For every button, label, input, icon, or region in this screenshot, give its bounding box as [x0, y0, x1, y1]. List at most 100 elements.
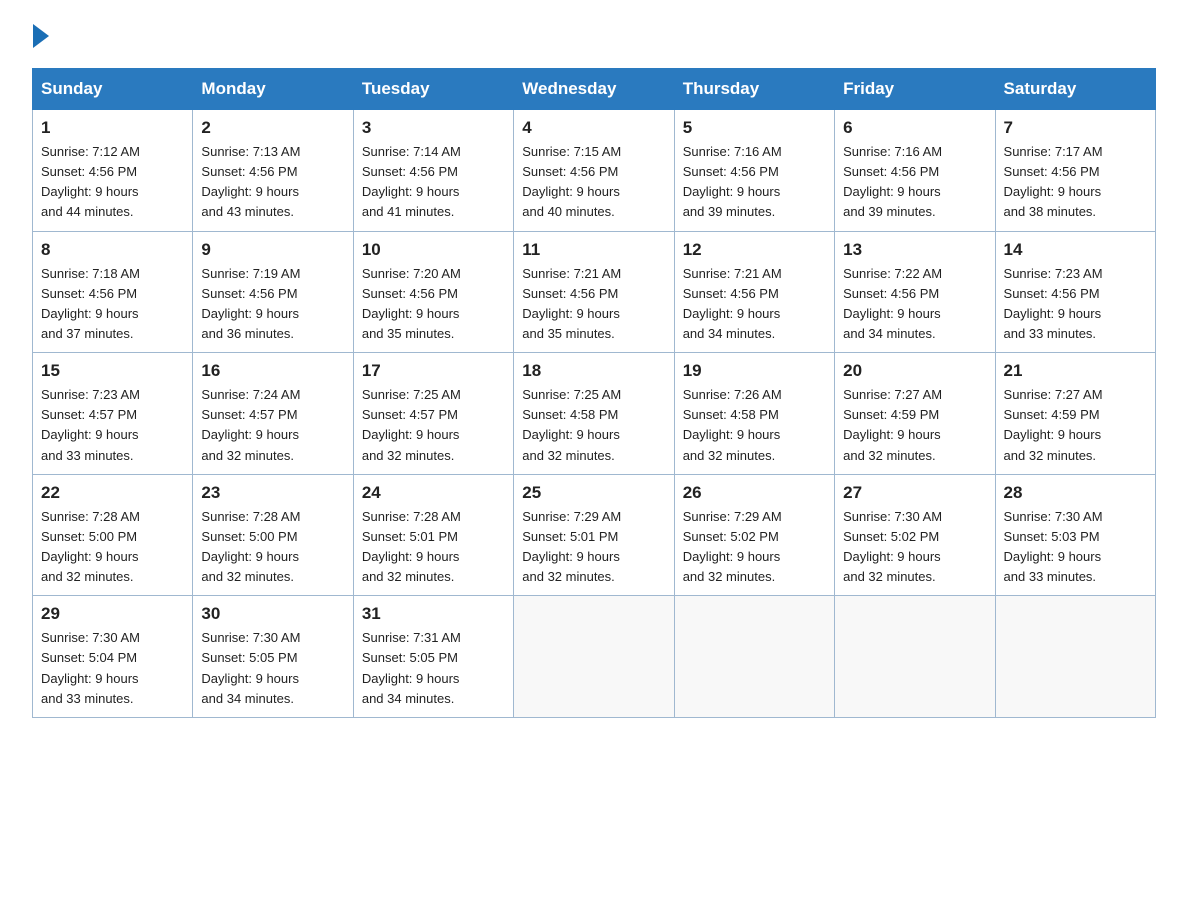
day-number: 29: [41, 604, 184, 624]
day-number: 5: [683, 118, 826, 138]
day-info: Sunrise: 7:14 AMSunset: 4:56 PMDaylight:…: [362, 142, 505, 223]
day-number: 1: [41, 118, 184, 138]
day-number: 16: [201, 361, 344, 381]
header-cell-wednesday: Wednesday: [514, 69, 674, 110]
day-number: 24: [362, 483, 505, 503]
day-number: 22: [41, 483, 184, 503]
day-number: 7: [1004, 118, 1147, 138]
day-number: 30: [201, 604, 344, 624]
logo-triangle-icon: [33, 24, 49, 48]
day-info: Sunrise: 7:30 AMSunset: 5:04 PMDaylight:…: [41, 628, 184, 709]
calendar-cell: 20 Sunrise: 7:27 AMSunset: 4:59 PMDayligh…: [835, 353, 995, 475]
day-info: Sunrise: 7:22 AMSunset: 4:56 PMDaylight:…: [843, 264, 986, 345]
calendar-cell: 17 Sunrise: 7:25 AMSunset: 4:57 PMDayligh…: [353, 353, 513, 475]
day-info: Sunrise: 7:25 AMSunset: 4:58 PMDaylight:…: [522, 385, 665, 466]
day-number: 27: [843, 483, 986, 503]
day-info: Sunrise: 7:29 AMSunset: 5:01 PMDaylight:…: [522, 507, 665, 588]
calendar-cell: [835, 596, 995, 718]
day-number: 9: [201, 240, 344, 260]
day-info: Sunrise: 7:27 AMSunset: 4:59 PMDaylight:…: [843, 385, 986, 466]
day-number: 28: [1004, 483, 1147, 503]
day-info: Sunrise: 7:19 AMSunset: 4:56 PMDaylight:…: [201, 264, 344, 345]
calendar-cell: 31Sunrise: 7:31 AMSunset: 5:05 PMDayligh…: [353, 596, 513, 718]
header-cell-saturday: Saturday: [995, 69, 1155, 110]
calendar-cell: 15Sunrise: 7:23 AMSunset: 4:57 PMDayligh…: [33, 353, 193, 475]
day-info: Sunrise: 7:27 AMSunset: 4:59 PMDaylight:…: [1004, 385, 1147, 466]
calendar-cell: 6 Sunrise: 7:16 AMSunset: 4:56 PMDaylight…: [835, 110, 995, 232]
calendar-header: SundayMondayTuesdayWednesdayThursdayFrid…: [33, 69, 1156, 110]
day-info: Sunrise: 7:28 AMSunset: 5:00 PMDaylight:…: [201, 507, 344, 588]
day-number: 13: [843, 240, 986, 260]
calendar-cell: 4 Sunrise: 7:15 AMSunset: 4:56 PMDaylight…: [514, 110, 674, 232]
day-info: Sunrise: 7:20 AMSunset: 4:56 PMDaylight:…: [362, 264, 505, 345]
calendar-cell: 10 Sunrise: 7:20 AMSunset: 4:56 PMDayligh…: [353, 231, 513, 353]
calendar-cell: 7Sunrise: 7:17 AMSunset: 4:56 PMDaylight…: [995, 110, 1155, 232]
day-number: 4: [522, 118, 665, 138]
day-number: 6: [843, 118, 986, 138]
day-number: 8: [41, 240, 184, 260]
day-info: Sunrise: 7:31 AMSunset: 5:05 PMDaylight:…: [362, 628, 505, 709]
calendar-week-5: 29 Sunrise: 7:30 AMSunset: 5:04 PMDayligh…: [33, 596, 1156, 718]
day-number: 18: [522, 361, 665, 381]
day-info: Sunrise: 7:25 AMSunset: 4:57 PMDaylight:…: [362, 385, 505, 466]
day-number: 21: [1004, 361, 1147, 381]
day-number: 26: [683, 483, 826, 503]
calendar-cell: 14 Sunrise: 7:23 AMSunset: 4:56 PMDayligh…: [995, 231, 1155, 353]
day-info: Sunrise: 7:23 AMSunset: 4:56 PMDaylight:…: [1004, 264, 1147, 345]
calendar-cell: 22 Sunrise: 7:28 AMSunset: 5:00 PMDayligh…: [33, 474, 193, 596]
day-number: 20: [843, 361, 986, 381]
calendar-cell: 18 Sunrise: 7:25 AMSunset: 4:58 PMDayligh…: [514, 353, 674, 475]
calendar-cell: 26 Sunrise: 7:29 AMSunset: 5:02 PMDayligh…: [674, 474, 834, 596]
calendar-cell: 3 Sunrise: 7:14 AMSunset: 4:56 PMDaylight…: [353, 110, 513, 232]
calendar-cell: 21 Sunrise: 7:27 AMSunset: 4:59 PMDayligh…: [995, 353, 1155, 475]
day-info: Sunrise: 7:16 AMSunset: 4:56 PMDaylight:…: [843, 142, 986, 223]
calendar-week-4: 22 Sunrise: 7:28 AMSunset: 5:00 PMDayligh…: [33, 474, 1156, 596]
calendar-cell: 13 Sunrise: 7:22 AMSunset: 4:56 PMDayligh…: [835, 231, 995, 353]
calendar-cell: 1Sunrise: 7:12 AMSunset: 4:56 PMDaylight…: [33, 110, 193, 232]
day-info: Sunrise: 7:30 AMSunset: 5:05 PMDaylight:…: [201, 628, 344, 709]
calendar-cell: 24 Sunrise: 7:28 AMSunset: 5:01 PMDayligh…: [353, 474, 513, 596]
day-number: 10: [362, 240, 505, 260]
day-number: 3: [362, 118, 505, 138]
day-info: Sunrise: 7:30 AMSunset: 5:03 PMDaylight:…: [1004, 507, 1147, 588]
day-info: Sunrise: 7:16 AMSunset: 4:56 PMDaylight:…: [683, 142, 826, 223]
header-cell-tuesday: Tuesday: [353, 69, 513, 110]
day-number: 12: [683, 240, 826, 260]
day-info: Sunrise: 7:30 AMSunset: 5:02 PMDaylight:…: [843, 507, 986, 588]
day-info: Sunrise: 7:21 AMSunset: 4:56 PMDaylight:…: [522, 264, 665, 345]
calendar-cell: [995, 596, 1155, 718]
day-number: 19: [683, 361, 826, 381]
calendar-week-2: 8 Sunrise: 7:18 AMSunset: 4:56 PMDaylight…: [33, 231, 1156, 353]
page-header: [32, 24, 1156, 48]
calendar-cell: [674, 596, 834, 718]
day-number: 11: [522, 240, 665, 260]
calendar-cell: 27 Sunrise: 7:30 AMSunset: 5:02 PMDayligh…: [835, 474, 995, 596]
calendar-cell: 8 Sunrise: 7:18 AMSunset: 4:56 PMDaylight…: [33, 231, 193, 353]
day-info: Sunrise: 7:23 AMSunset: 4:57 PMDaylight:…: [41, 385, 184, 466]
calendar-cell: 11 Sunrise: 7:21 AMSunset: 4:56 PMDayligh…: [514, 231, 674, 353]
calendar-week-3: 15Sunrise: 7:23 AMSunset: 4:57 PMDayligh…: [33, 353, 1156, 475]
calendar-body: 1Sunrise: 7:12 AMSunset: 4:56 PMDaylight…: [33, 110, 1156, 718]
day-info: Sunrise: 7:29 AMSunset: 5:02 PMDaylight:…: [683, 507, 826, 588]
day-info: Sunrise: 7:15 AMSunset: 4:56 PMDaylight:…: [522, 142, 665, 223]
calendar-cell: 23 Sunrise: 7:28 AMSunset: 5:00 PMDayligh…: [193, 474, 353, 596]
day-info: Sunrise: 7:28 AMSunset: 5:00 PMDaylight:…: [41, 507, 184, 588]
calendar-cell: 19Sunrise: 7:26 AMSunset: 4:58 PMDayligh…: [674, 353, 834, 475]
calendar-cell: 9 Sunrise: 7:19 AMSunset: 4:56 PMDaylight…: [193, 231, 353, 353]
header-cell-thursday: Thursday: [674, 69, 834, 110]
day-info: Sunrise: 7:28 AMSunset: 5:01 PMDaylight:…: [362, 507, 505, 588]
header-cell-monday: Monday: [193, 69, 353, 110]
calendar-table: SundayMondayTuesdayWednesdayThursdayFrid…: [32, 68, 1156, 718]
day-number: 23: [201, 483, 344, 503]
logo: [32, 24, 50, 48]
day-info: Sunrise: 7:24 AMSunset: 4:57 PMDaylight:…: [201, 385, 344, 466]
day-number: 2: [201, 118, 344, 138]
calendar-cell: 29 Sunrise: 7:30 AMSunset: 5:04 PMDayligh…: [33, 596, 193, 718]
day-info: Sunrise: 7:18 AMSunset: 4:56 PMDaylight:…: [41, 264, 184, 345]
calendar-cell: 12Sunrise: 7:21 AMSunset: 4:56 PMDayligh…: [674, 231, 834, 353]
day-number: 14: [1004, 240, 1147, 260]
day-number: 17: [362, 361, 505, 381]
calendar-cell: 5 Sunrise: 7:16 AMSunset: 4:56 PMDaylight…: [674, 110, 834, 232]
day-info: Sunrise: 7:13 AMSunset: 4:56 PMDaylight:…: [201, 142, 344, 223]
calendar-cell: 16 Sunrise: 7:24 AMSunset: 4:57 PMDayligh…: [193, 353, 353, 475]
